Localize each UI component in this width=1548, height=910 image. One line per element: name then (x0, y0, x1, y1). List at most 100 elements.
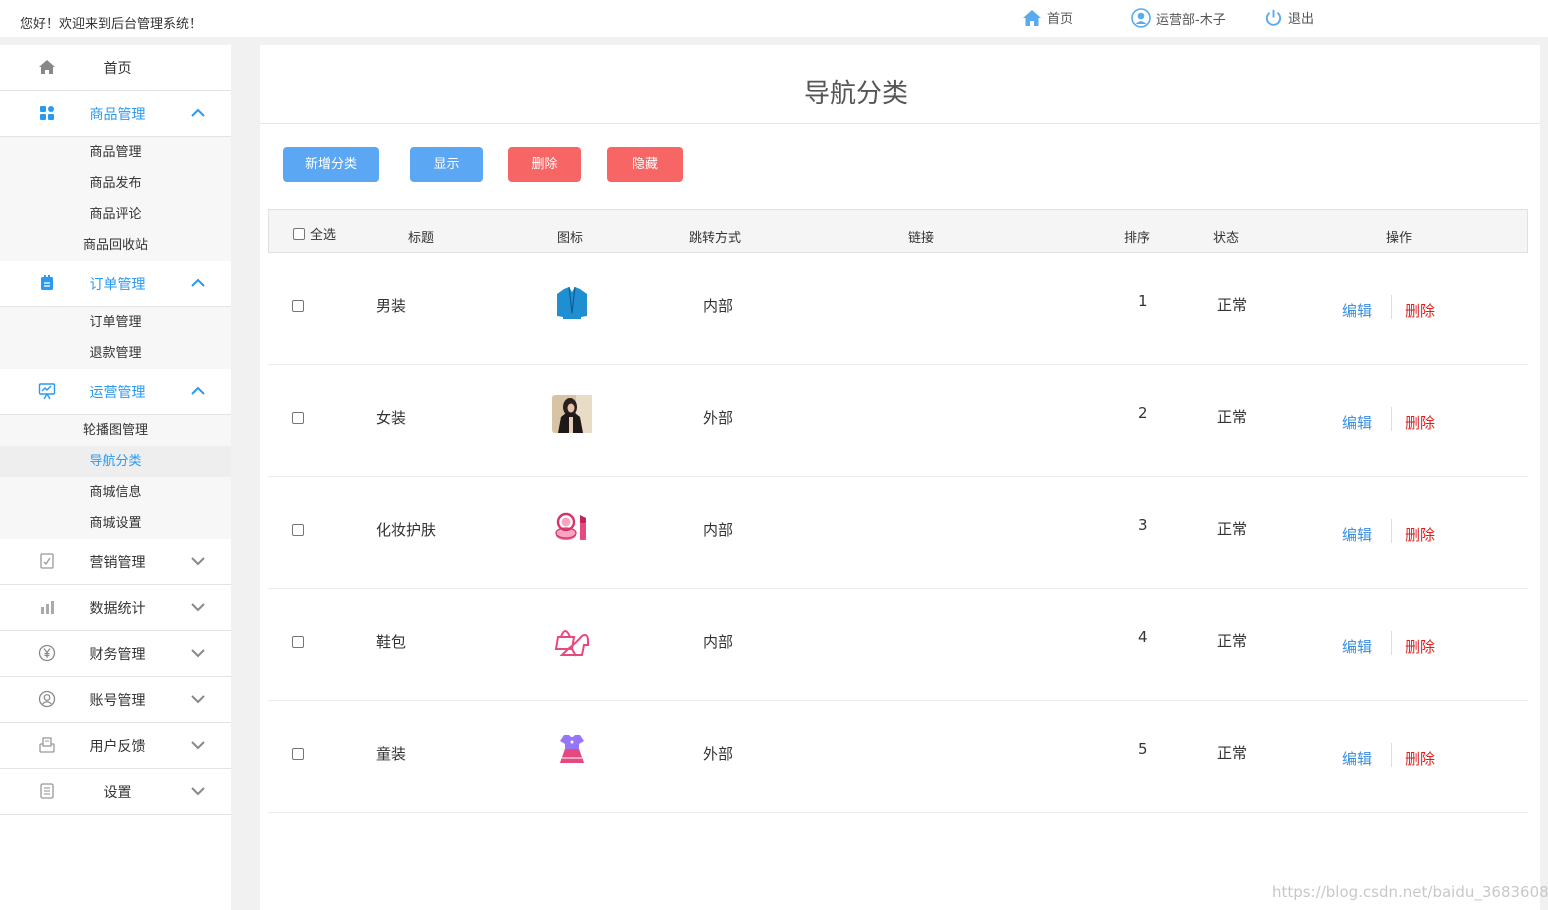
delete-link[interactable]: 删除 (1405, 412, 1435, 433)
column-header-order: 排序 (1124, 231, 1151, 246)
main-panel: 导航分类 新增分类 显示 删除 隐藏 全选 标题 图标 跳转方式 链接 排序 状… (260, 45, 1540, 910)
chevron-down-icon (191, 649, 205, 658)
chevron-up-icon (191, 108, 205, 117)
table-row: 男装 内部 1 正常 编辑 删除 (268, 253, 1528, 365)
edit-link[interactable]: 编辑 (1342, 412, 1372, 433)
row-jump: 外部 (703, 409, 734, 427)
jacket-icon (557, 286, 587, 319)
row-title: 童装 (376, 745, 407, 763)
sidebar-group-feedback[interactable]: 用户反馈 (0, 723, 231, 769)
row-order: 2 (1138, 404, 1148, 422)
row-title: 化妆护肤 (376, 521, 437, 539)
column-header-icon: 图标 (557, 231, 584, 246)
row-checkbox[interactable] (292, 300, 304, 312)
sidebar-item-goods-manage[interactable]: 商品管理 (0, 137, 231, 168)
sidebar-item-nav-category[interactable]: 导航分类 (0, 446, 231, 477)
sidebar-item-refund[interactable]: 退款管理 (0, 338, 231, 369)
sidebar-group-orders[interactable]: 订单管理 (0, 261, 231, 307)
edit-link[interactable]: 编辑 (1342, 748, 1372, 769)
chevron-down-icon (191, 787, 205, 796)
row-checkbox[interactable] (292, 636, 304, 648)
sidebar-group-settings[interactable]: 设置 (0, 769, 231, 815)
top-home-label: 首页 (1047, 12, 1074, 27)
select-all[interactable]: 全选 (293, 224, 336, 243)
row-checkbox[interactable] (292, 748, 304, 760)
cosmetics-icon (555, 512, 586, 540)
sidebar-item-mall-settings[interactable]: 商城设置 (0, 508, 231, 539)
sidebar-item-banner[interactable]: 轮播图管理 (0, 415, 231, 446)
column-header-title: 标题 (408, 231, 435, 246)
delete-link[interactable]: 删除 (1405, 748, 1435, 769)
sidebar-item-order-manage[interactable]: 订单管理 (0, 307, 231, 338)
row-status: 正常 (1217, 632, 1248, 650)
sidebar-item-label: 首页 (103, 60, 132, 77)
divider (1391, 519, 1392, 543)
row-jump: 内部 (703, 633, 734, 651)
sidebar-item-goods-comments[interactable]: 商品评论 (0, 199, 231, 230)
submenu-goods: 商品管理 商品发布 商品评论 商品回收站 (0, 137, 231, 261)
edit-link[interactable]: 编辑 (1342, 636, 1372, 657)
sidebar-group-finance[interactable]: 财务管理 (0, 631, 231, 677)
woman-photo-icon (552, 395, 592, 433)
hide-button[interactable]: 隐藏 (607, 147, 683, 182)
divider (1391, 295, 1392, 319)
row-order: 3 (1138, 516, 1148, 534)
row-checkbox[interactable] (292, 524, 304, 536)
edit-link[interactable]: 编辑 (1342, 300, 1372, 321)
select-all-checkbox[interactable] (293, 227, 305, 240)
chevron-down-icon (191, 557, 205, 566)
delete-button[interactable]: 删除 (508, 147, 581, 182)
sidebar: 首页 商品管理 商品管理 商品发布 商品评论 商品回收站 订单管理 订单管理 退… (0, 45, 231, 910)
top-user-link[interactable]: 运营部-木子 (1131, 8, 1226, 28)
chevron-down-icon (191, 695, 205, 704)
column-header-link: 链接 (908, 231, 935, 246)
sidebar-group-statistics[interactable]: 数据统计 (0, 585, 231, 631)
sidebar-item-goods-publish[interactable]: 商品发布 (0, 168, 231, 199)
kids-dress-icon (560, 735, 584, 763)
row-jump: 内部 (703, 297, 734, 315)
sidebar-group-goods[interactable]: 商品管理 (0, 91, 231, 137)
delete-link[interactable]: 删除 (1405, 524, 1435, 545)
logout-link[interactable]: 退出 (1264, 8, 1314, 27)
user-icon (1131, 8, 1151, 28)
add-category-button[interactable]: 新增分类 (283, 147, 379, 182)
row-title: 男装 (376, 297, 407, 315)
top-user-label: 运营部-木子 (1156, 12, 1226, 28)
divider (1391, 743, 1392, 767)
row-title: 鞋包 (376, 633, 407, 651)
power-icon (1265, 9, 1282, 26)
table-header: 全选 标题 图标 跳转方式 链接 排序 状态 操作 (268, 209, 1528, 253)
row-order: 4 (1138, 628, 1148, 646)
select-all-label: 全选 (310, 228, 337, 243)
row-status: 正常 (1217, 296, 1248, 314)
shoe-bag-icon (554, 630, 589, 657)
sidebar-group-marketing[interactable]: 营销管理 (0, 539, 231, 585)
row-status: 正常 (1217, 408, 1248, 426)
sidebar-item-home[interactable]: 首页 (0, 45, 231, 91)
sidebar-item-mall-info[interactable]: 商城信息 (0, 477, 231, 508)
row-order: 1 (1138, 292, 1148, 310)
chevron-up-icon (191, 386, 205, 395)
row-checkbox[interactable] (292, 412, 304, 424)
row-order: 5 (1138, 740, 1148, 758)
delete-link[interactable]: 删除 (1405, 636, 1435, 657)
sidebar-item-goods-recycle[interactable]: 商品回收站 (0, 230, 231, 261)
row-jump: 外部 (703, 745, 734, 763)
top-home-link[interactable]: 首页 (1022, 8, 1073, 27)
delete-link[interactable]: 删除 (1405, 300, 1435, 321)
edit-link[interactable]: 编辑 (1342, 524, 1372, 545)
chevron-up-icon (191, 278, 205, 287)
sidebar-group-accounts[interactable]: 账号管理 (0, 677, 231, 723)
table-row: 女装 外部 2 正常 编辑 删除 (268, 365, 1528, 477)
table-row: 童装 外部 5 正常 编辑 删除 (268, 701, 1528, 813)
welcome-text: 您好！欢迎来到后台管理系统！ (20, 17, 203, 32)
logout-label: 退出 (1288, 12, 1315, 27)
column-header-status: 状态 (1213, 231, 1240, 246)
sidebar-group-operations[interactable]: 运营管理 (0, 369, 231, 415)
submenu-orders: 订单管理 退款管理 (0, 307, 231, 369)
chevron-down-icon (191, 603, 205, 612)
row-title: 女装 (376, 409, 407, 427)
divider (1391, 631, 1392, 655)
table-row: 鞋包 内部 4 正常 编辑 删除 (268, 589, 1528, 701)
show-button[interactable]: 显示 (410, 147, 483, 182)
